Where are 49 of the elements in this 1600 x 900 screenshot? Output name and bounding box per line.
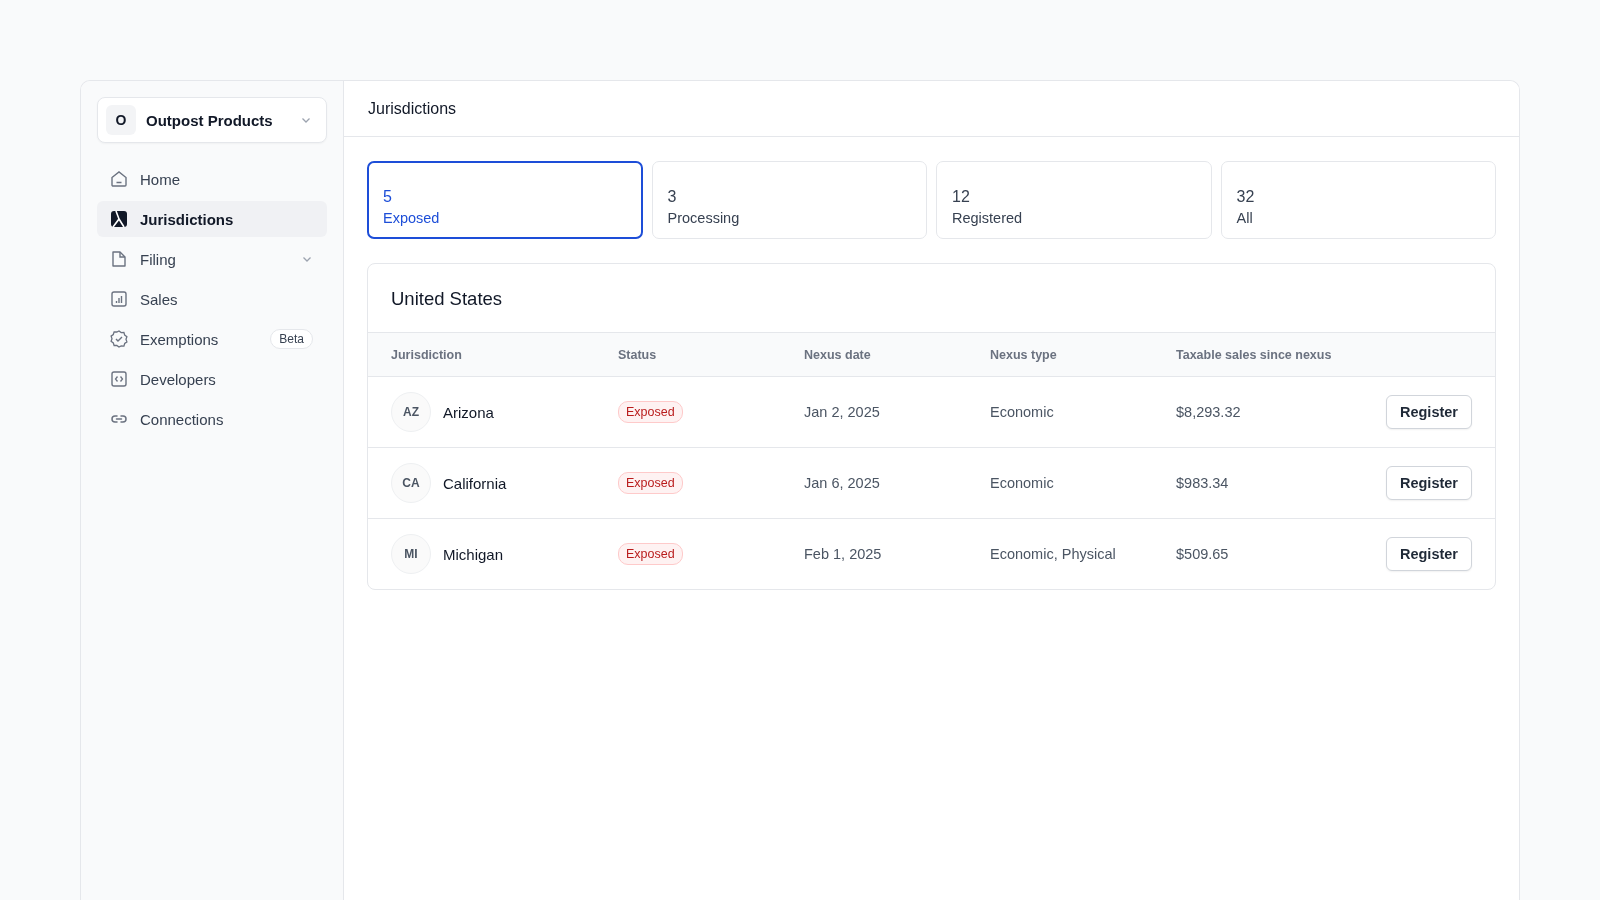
taxable-sales: $8,293.32 (1176, 404, 1241, 420)
sidebar-item[interactable]: Connections (97, 401, 327, 437)
map-icon (109, 209, 129, 229)
status-badge: Exposed (618, 472, 683, 494)
check-badge-icon (109, 329, 129, 349)
column-header: Status (618, 347, 657, 362)
jurisdiction-name: Arizona (443, 403, 494, 421)
status-tab[interactable]: 32 All (1220, 161, 1496, 239)
status-tab[interactable]: 12 Registered (936, 161, 1212, 239)
organization-switcher[interactable]: O Outpost Products (97, 97, 327, 143)
page-title: Jurisdictions (368, 99, 457, 118)
state-avatar: AZ (391, 392, 431, 432)
sidebar-item[interactable]: Home (97, 161, 327, 197)
register-button[interactable]: Register (1385, 395, 1472, 429)
sidebar-item[interactable]: Developers (97, 361, 327, 397)
organization-name: Outpost Products (146, 111, 274, 129)
column-header: Nexus type (990, 347, 1057, 362)
document-icon (109, 249, 129, 269)
column-header: Nexus date (804, 347, 871, 362)
column-header: Jurisdiction (391, 347, 462, 362)
sidebar-item[interactable]: Jurisdictions (97, 201, 327, 237)
taxable-sales: $509.65 (1176, 546, 1229, 562)
code-icon (109, 369, 129, 389)
bar-chart-icon (109, 289, 129, 309)
nexus-type: Economic, Physical (990, 546, 1116, 562)
taxable-sales: $983.34 (1176, 475, 1229, 491)
house-icon (109, 169, 129, 189)
status-badge: Exposed (618, 543, 683, 565)
nexus-type: Economic (990, 404, 1054, 420)
register-button[interactable]: Register (1385, 537, 1472, 571)
sidebar-item[interactable]: Filing (97, 241, 327, 277)
state-avatar: MI (391, 534, 431, 574)
sidebar-item[interactable]: Sales (97, 281, 327, 317)
nexus-type: Economic (990, 475, 1054, 491)
beta-badge: Beta (270, 329, 313, 349)
status-tab[interactable]: 5 Exposed (367, 161, 643, 239)
nexus-date: Jan 2, 2025 (804, 404, 880, 420)
status-tab[interactable]: 3 Processing (651, 161, 927, 239)
state-avatar: CA (391, 463, 431, 503)
organization-avatar: O (106, 105, 136, 135)
section-title: United States (391, 288, 503, 309)
column-header: Taxable sales since nexus (1176, 347, 1332, 362)
register-button[interactable]: Register (1385, 466, 1472, 500)
jurisdiction-name: Michigan (443, 545, 504, 563)
sidebar-item[interactable]: Exemptions Beta (97, 321, 327, 357)
jurisdiction-name: California (443, 474, 507, 492)
nexus-date: Jan 6, 2025 (804, 475, 880, 491)
status-badge: Exposed (618, 401, 683, 423)
nexus-date: Feb 1, 2025 (804, 546, 882, 562)
